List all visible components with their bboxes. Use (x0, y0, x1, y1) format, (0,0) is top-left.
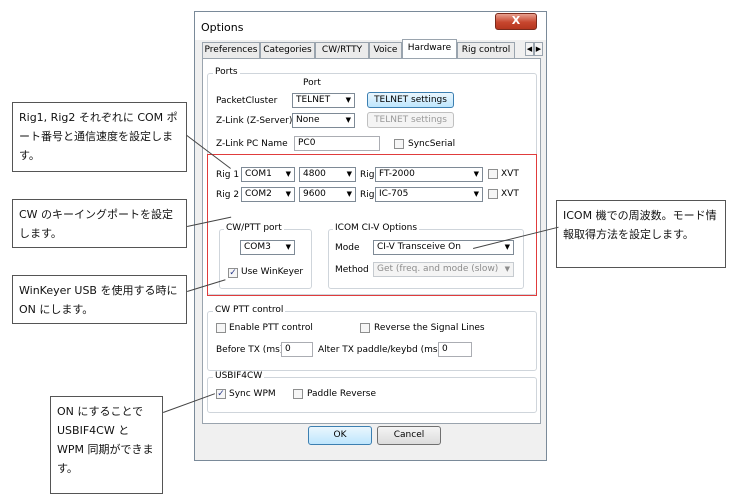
paddle-reverse-label: Paddle Reverse (307, 389, 377, 399)
syncserial-checkbox[interactable] (394, 139, 404, 149)
title-bar: Options X (195, 12, 546, 40)
chevron-right-icon[interactable]: ▶ (534, 42, 543, 56)
chevron-down-icon: ▼ (345, 96, 351, 104)
alter-tx-input[interactable]: 0 (438, 342, 472, 357)
zlink-pc-name-input[interactable]: PC0 (294, 136, 380, 151)
usbif4cw-group-label: USBIF4CW (213, 371, 265, 381)
zlink-port-select[interactable]: None ▼ (292, 113, 355, 128)
cancel-button[interactable]: Cancel (377, 426, 441, 445)
packetcluster-label: PacketCluster (216, 96, 278, 106)
zlink-label: Z-Link (Z-Server) (216, 116, 293, 126)
tab-hardware[interactable]: Hardware (402, 39, 457, 59)
enable-ptt-label: Enable PTT control (229, 323, 313, 333)
port-header: Port (303, 78, 321, 88)
tab-rig-control[interactable]: Rig control (457, 42, 515, 58)
sync-wpm-label: Sync WPM (229, 389, 276, 399)
cw-ptt-control-group (207, 311, 537, 371)
cw-ptt-control-group-label: CW PTT control (213, 305, 286, 315)
tab-voice[interactable]: Voice (369, 42, 402, 58)
chevron-down-icon: ▼ (345, 116, 351, 124)
enable-ptt-checkbox[interactable] (216, 323, 226, 333)
callout-winkeyer: WinKeyer USB を使用する時に ON にします。 (12, 275, 187, 324)
syncserial-label: SyncSerial (408, 139, 456, 149)
close-button[interactable]: X (495, 13, 537, 30)
dialog-title: Options (201, 21, 244, 34)
callout-icom: ICOM 機での周波数。モード情報取得方法を設定します。 (556, 200, 726, 268)
callout-rig: Rig1, Rig2 それぞれに COM ポート番号と通信速度を設定します。 (12, 102, 187, 172)
telnet-settings-button[interactable]: TELNET settings (367, 92, 454, 108)
paddle-reverse-checkbox[interactable] (293, 389, 303, 399)
zlink-pc-name-label: Z-Link PC Name (216, 139, 288, 149)
callout-usbif4cw: ON にすることで USBIF4CW と WPM 同期ができます。 (50, 396, 163, 494)
highlight-box (207, 154, 537, 296)
before-tx-label: Before TX (ms) (216, 345, 284, 355)
chevron-left-icon[interactable]: ◀ (525, 42, 534, 56)
callout-cw: CW のキーイングポートを設定します。 (12, 199, 187, 248)
tab-preferences[interactable]: Preferences (202, 42, 260, 58)
telnet-settings-button-disabled: TELNET settings (367, 112, 454, 128)
tab-cw-rtty[interactable]: CW/RTTY (315, 42, 369, 58)
sync-wpm-checkbox[interactable]: ✓ (216, 389, 226, 399)
packetcluster-port-select[interactable]: TELNET ▼ (292, 93, 355, 108)
reverse-signal-label: Reverse the Signal Lines (374, 323, 485, 333)
ports-group-label: Ports (213, 67, 240, 77)
alter-tx-label: Alter TX paddle/keybd (ms) (318, 345, 442, 355)
tab-scroll-buttons[interactable]: ◀ ▶ (525, 42, 543, 56)
ok-button[interactable]: OK (308, 426, 372, 445)
before-tx-input[interactable]: 0 (281, 342, 313, 357)
tab-categories[interactable]: Categories (260, 42, 315, 58)
reverse-signal-checkbox[interactable] (360, 323, 370, 333)
